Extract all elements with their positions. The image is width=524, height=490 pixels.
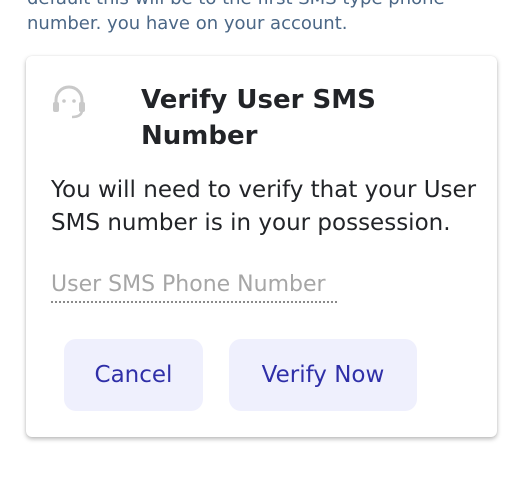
support-agent-icon — [50, 84, 88, 120]
background-line: default this will be to the first SMS ty… — [27, 0, 507, 11]
cancel-button[interactable]: Cancel — [64, 339, 203, 411]
sms-phone-input[interactable] — [51, 267, 337, 303]
dialog-title: Verify User SMS Number — [141, 85, 376, 151]
background-help-text: default this will be to the first SMS ty… — [27, 0, 507, 36]
verify-now-button[interactable]: Verify Now — [229, 339, 417, 411]
dialog-message: You will need to verify that your User S… — [51, 177, 477, 236]
verify-sms-dialog: Verify User SMS Number You will need to … — [26, 56, 497, 437]
background-line: number. you have on your account. — [27, 13, 348, 34]
